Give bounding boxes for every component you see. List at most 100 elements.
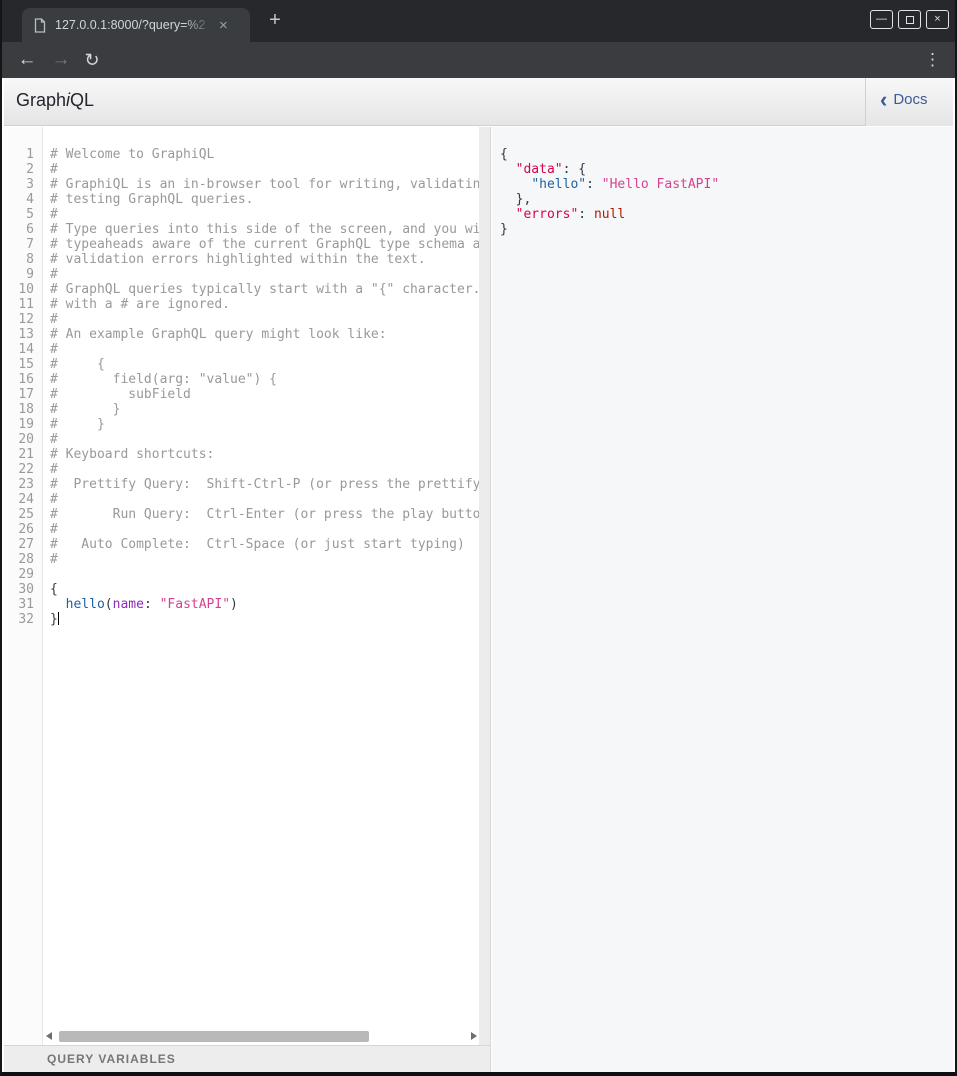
line-number: 27 <box>4 537 42 552</box>
result-code-line: }, <box>500 192 953 207</box>
back-button[interactable]: ← <box>14 42 40 78</box>
line-number: 12 <box>4 312 42 327</box>
editor-scrollbar-track[interactable] <box>479 127 490 1045</box>
line-number-gutter: 1234567891011121314151617181920212223242… <box>4 127 43 1046</box>
horizontal-scrollbar[interactable] <box>44 1028 479 1045</box>
line-number: 8 <box>4 252 42 267</box>
line-number: 19 <box>4 417 42 432</box>
line-number: 20 <box>4 432 42 447</box>
minimize-button[interactable]: — <box>870 10 893 29</box>
line-number: 13 <box>4 327 42 342</box>
line-number: 9 <box>4 267 42 282</box>
result-viewer: { "data": { "hello": "Hello FastAPI" }, … <box>500 127 953 237</box>
query-code-line: # <box>50 432 480 447</box>
query-code-line: } <box>50 612 480 627</box>
result-code-line: } <box>500 222 953 237</box>
query-code-line: # Run Query: Ctrl-Enter (or press the pl… <box>50 507 480 522</box>
window-bottom-border <box>2 1072 955 1076</box>
query-code-line: # <box>50 492 480 507</box>
result-pane: ▾ { "data": { "hello": "Hello FastAPI" }… <box>492 127 953 1072</box>
line-number: 28 <box>4 552 42 567</box>
query-code-line: # field(arg: "value") { <box>50 372 480 387</box>
browser-menu-icon[interactable]: ⋮ <box>924 42 941 78</box>
scroll-right-arrow-icon[interactable] <box>471 1032 477 1040</box>
line-number: 30 <box>4 582 42 597</box>
close-button[interactable]: × <box>926 10 949 29</box>
query-code-line <box>50 567 480 582</box>
query-code-line: # } <box>50 417 480 432</box>
query-code-line: # <box>50 207 480 222</box>
line-number: 4 <box>4 192 42 207</box>
query-code-line: # validation errors highlighted within t… <box>50 252 480 267</box>
line-number: 23 <box>4 477 42 492</box>
query-editor[interactable]: # Welcome to GraphiQL## GraphiQL is an i… <box>44 127 480 1046</box>
logo-text-2: QL <box>70 90 94 110</box>
query-code-line: hello(name: "FastAPI") <box>50 597 480 612</box>
browser-titlebar: 127.0.0.1:8000/?query=%2 × + — × <box>2 0 955 42</box>
forward-button[interactable]: → <box>48 42 74 78</box>
line-number: 5 <box>4 207 42 222</box>
query-code-line: # Prettify Query: Shift-Ctrl-P (or press… <box>50 477 480 492</box>
tab-title-fade <box>185 17 211 33</box>
docs-button[interactable]: ‹ Docs <box>880 91 928 108</box>
line-number: 10 <box>4 282 42 297</box>
query-code-line: # <box>50 342 480 357</box>
line-number: 16 <box>4 372 42 387</box>
query-code-line: # <box>50 312 480 327</box>
query-variables-bar[interactable]: QUERY VARIABLES <box>4 1045 490 1072</box>
line-number: 6 <box>4 222 42 237</box>
browser-tab[interactable]: 127.0.0.1:8000/?query=%2 × <box>22 8 250 42</box>
horizontal-scrollbar-thumb[interactable] <box>59 1031 369 1042</box>
maximize-button[interactable] <box>898 10 921 29</box>
graphiql-workspace: 1234567891011121314151617181920212223242… <box>4 127 953 1072</box>
query-code-line: # } <box>50 402 480 417</box>
query-code-line: # Type queries into this side of the scr… <box>50 222 480 237</box>
line-number: 21 <box>4 447 42 462</box>
docs-region: ‹ Docs <box>865 78 953 126</box>
query-code-line: # <box>50 522 480 537</box>
scroll-left-arrow-icon[interactable] <box>46 1032 52 1040</box>
query-variables-title: QUERY VARIABLES <box>47 1052 176 1066</box>
line-number: 7 <box>4 237 42 252</box>
query-code-line: # An example GraphQL query might look li… <box>50 327 480 342</box>
line-number: 3 <box>4 177 42 192</box>
new-tab-button[interactable]: + <box>264 10 286 32</box>
query-code-line: # { <box>50 357 480 372</box>
docs-label: Docs <box>893 91 927 108</box>
query-code-line: { <box>50 582 480 597</box>
query-code-line: # GraphQL queries typically start with a… <box>50 282 480 297</box>
line-number: 2 <box>4 162 42 177</box>
query-code-line: # <box>50 267 480 282</box>
result-code-line: "errors": null <box>500 207 953 222</box>
line-number: 14 <box>4 342 42 357</box>
query-editor-pane: 1234567891011121314151617181920212223242… <box>4 127 491 1072</box>
graphiql-toolbar: GraphiQL Prettify History <box>4 78 953 126</box>
tab-close-button[interactable]: × <box>219 18 228 33</box>
line-number: 22 <box>4 462 42 477</box>
query-code-line: # <box>50 162 480 177</box>
result-code-line: "data": { <box>500 162 953 177</box>
query-code-line: # Keyboard shortcuts: <box>50 447 480 462</box>
result-code-line: { <box>500 147 953 162</box>
reload-button[interactable]: ↻ <box>80 42 104 78</box>
document-icon <box>34 18 46 33</box>
query-code-line: # Welcome to GraphiQL <box>50 147 480 162</box>
line-number: 25 <box>4 507 42 522</box>
line-number: 1 <box>4 147 42 162</box>
window-controls: — × <box>870 10 949 29</box>
query-code-line: # subField <box>50 387 480 402</box>
line-number: 18 <box>4 402 42 417</box>
line-number: 17 <box>4 387 42 402</box>
query-code-line: # typeaheads aware of the current GraphQ… <box>50 237 480 252</box>
graphiql-logo: GraphiQL <box>16 90 94 111</box>
tab-title-wrap: 127.0.0.1:8000/?query=%2 <box>55 17 211 33</box>
line-number: 11 <box>4 297 42 312</box>
query-code-line: # testing GraphQL queries. <box>50 192 480 207</box>
text-cursor <box>58 612 59 625</box>
line-number: 26 <box>4 522 42 537</box>
chevron-left-icon: ‹ <box>880 92 887 107</box>
query-code-line: # with a # are ignored. <box>50 297 480 312</box>
query-code-line: # Auto Complete: Ctrl-Space (or just sta… <box>50 537 480 552</box>
browser-window: 127.0.0.1:8000/?query=%2 × + — × ← → ↻ ⓘ… <box>0 0 957 1076</box>
logo-text: Graph <box>16 90 66 110</box>
